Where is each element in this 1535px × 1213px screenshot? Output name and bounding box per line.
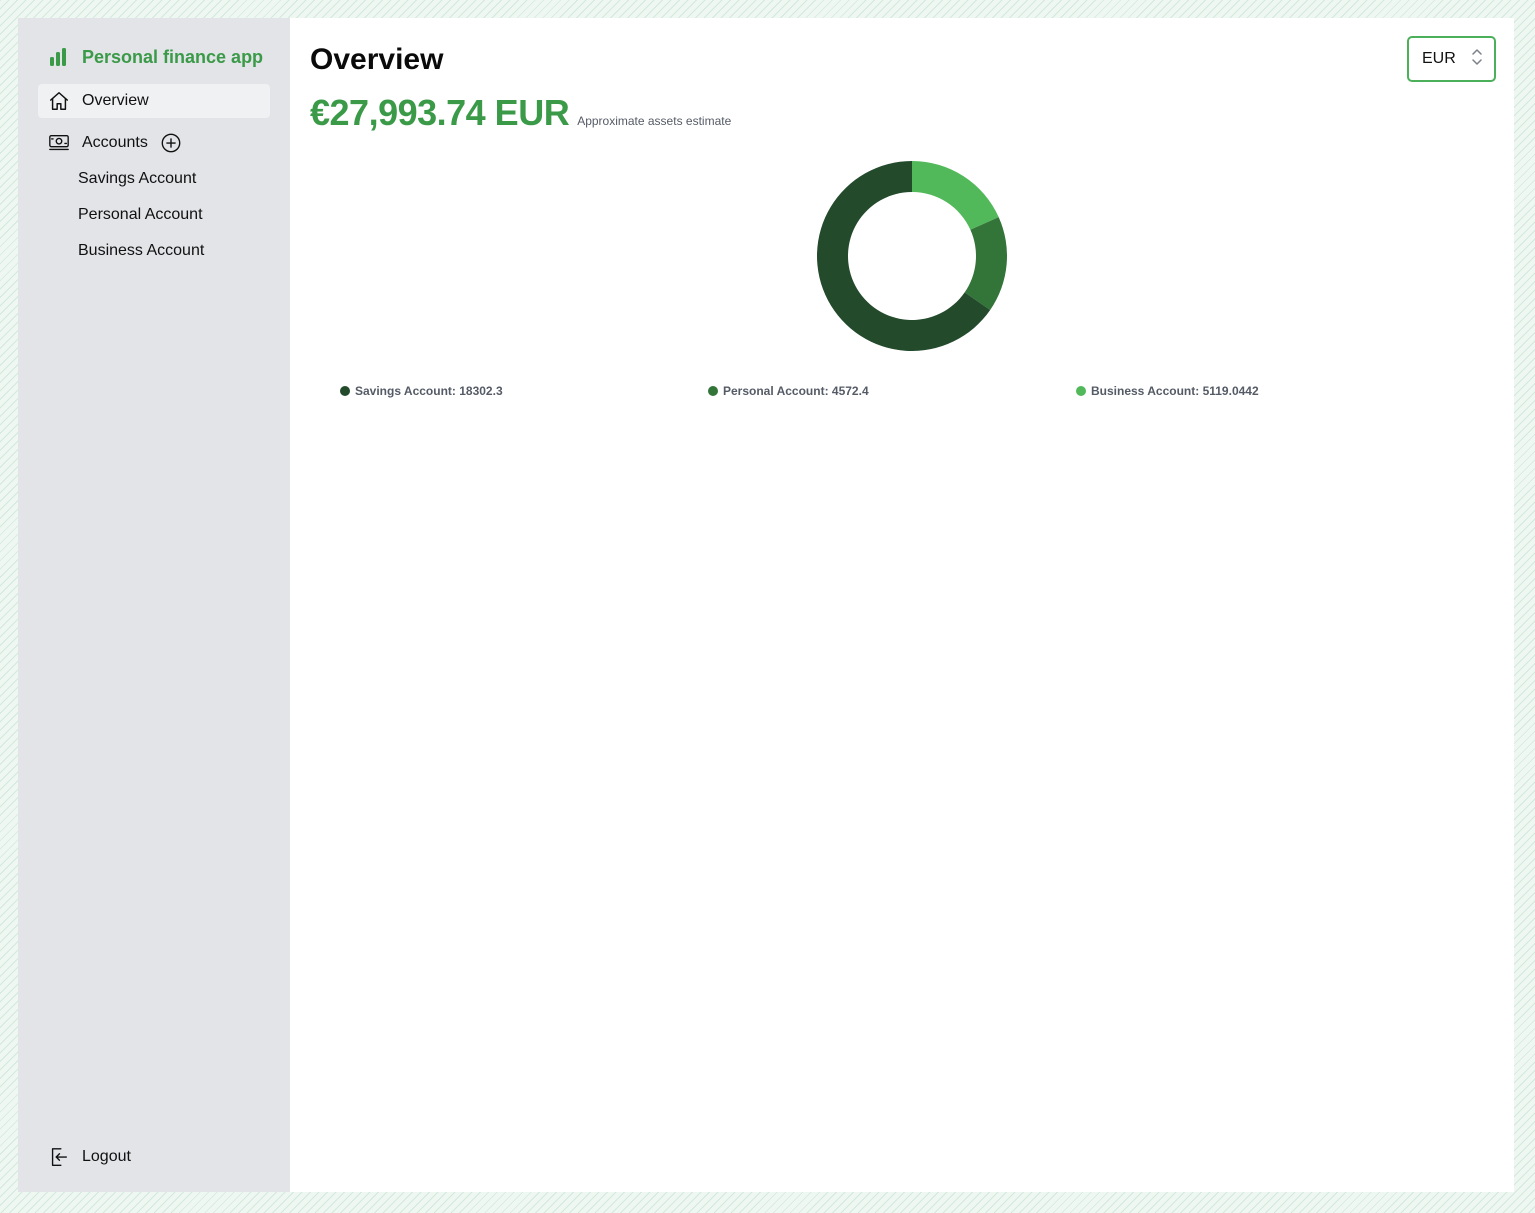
sidebar-item-business-account[interactable]: Business Account [78, 241, 204, 261]
legend-label: Personal Account: 4572.4 [723, 384, 869, 398]
bar-chart-icon [48, 46, 68, 68]
plus-circle-icon[interactable] [160, 132, 182, 154]
legend-label: Savings Account: 18302.3 [355, 384, 503, 398]
brand[interactable]: Personal finance app [48, 46, 263, 68]
banknote-icon [48, 132, 70, 154]
sidebar-item-label: Overview [82, 92, 149, 109]
donut-slice-personal-account[interactable] [964, 217, 1007, 310]
app-frame: Personal finance app Overview Accounts S… [18, 18, 1514, 1192]
chevron-up-down-icon [1470, 47, 1484, 72]
currency-select[interactable]: EUR [1407, 36, 1496, 82]
sidebar-item-accounts[interactable]: Accounts [38, 126, 270, 160]
legend-dot [1076, 386, 1086, 396]
donut-chart [817, 161, 1007, 351]
sidebar-item-overview[interactable]: Overview [38, 84, 270, 118]
sidebar-item-savings-account[interactable]: Savings Account [78, 169, 196, 189]
total-assets: €27,993.74 EUR Approximate assets estima… [310, 92, 731, 134]
sidebar: Personal finance app Overview Accounts S… [18, 18, 290, 1192]
legend-item[interactable]: Personal Account: 4572.4 [708, 383, 869, 399]
total-caption: Approximate assets estimate [577, 114, 732, 128]
sidebar-item-personal-account[interactable]: Personal Account [78, 205, 203, 225]
sidebar-item-label: Accounts [82, 134, 148, 151]
donut-slice-business-account[interactable] [912, 161, 999, 230]
legend-item[interactable]: Business Account: 5119.0442 [1076, 383, 1259, 399]
home-icon [48, 90, 70, 112]
main-content: Overview EUR €27,993.74 EUR Approximate … [290, 18, 1514, 1192]
brand-name: Personal finance app [82, 46, 264, 67]
total-amount: €27,993.74 EUR [310, 92, 570, 133]
legend-dot [340, 386, 350, 396]
page-title: Overview [310, 43, 444, 76]
legend-item[interactable]: Savings Account: 18302.3 [340, 383, 503, 399]
legend-dot [708, 386, 718, 396]
legend-label: Business Account: 5119.0442 [1091, 384, 1259, 398]
currency-select-value: EUR [1422, 50, 1456, 67]
logout-button[interactable]: Logout [48, 1145, 131, 1169]
logout-icon [48, 1146, 70, 1168]
logout-label: Logout [82, 1148, 131, 1165]
